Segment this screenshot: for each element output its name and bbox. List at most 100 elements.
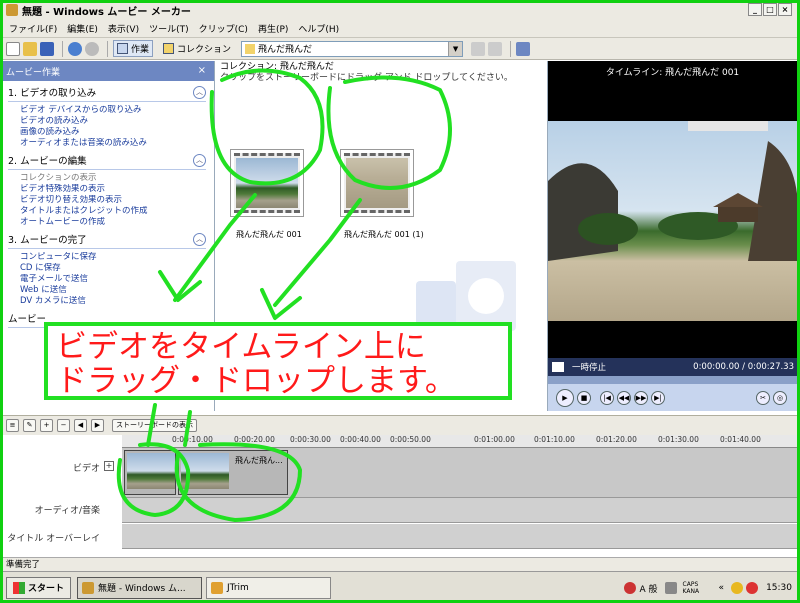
alert-icon[interactable] [746,582,759,594]
new-folder-icon[interactable] [488,41,503,56]
zoom-out-icon[interactable]: − [57,419,70,432]
menu-clip[interactable]: クリップ(C) [194,22,253,35]
task-link[interactable]: 電子メールで送信 [8,274,206,285]
expand-icon[interactable]: + [104,461,114,471]
task-link[interactable]: コンピュータに保存 [8,252,206,263]
instruction-callout: ビデオをタイムライン上に ドラッグ・ドロップします。 [44,322,512,400]
chevron-up-icon[interactable]: ︿ [193,85,206,99]
task-link[interactable]: DV カメラに送信 [8,296,206,307]
video-track-label: ビデオ + [0,461,122,474]
play-icon[interactable]: ▶ [556,388,574,407]
toolbar-separator [510,40,512,57]
close-button[interactable]: × [778,3,792,16]
task-link[interactable]: オートムービーの作成 [8,217,206,228]
menu-help[interactable]: ヘルプ(H) [293,22,344,35]
start-button[interactable]: スタート [6,576,72,599]
collections-button[interactable]: コレクション [159,40,235,57]
task-link[interactable]: Web に送信 [8,285,206,296]
redo-icon[interactable] [85,41,99,56]
menu-view[interactable]: 表示(V) [103,22,144,35]
section-header[interactable]: 1. ビデオの取り込み ︿ [8,85,206,102]
tray-expand-chevron[interactable]: « [719,583,725,593]
ime-icon[interactable] [623,582,636,594]
task-link[interactable]: コレクションの表示 [8,173,206,184]
chevron-up-icon[interactable]: ︿ [193,232,206,246]
collections-icon [163,43,175,54]
next-icon[interactable]: ▶| [651,390,665,405]
window-controls: _ □ × [748,3,792,16]
taskbar-moviemaker[interactable]: 無題 - Windows ム... [77,576,203,599]
menu-edit[interactable]: 編集(E) [62,22,103,35]
section-title: 3. ムービーの完了 [8,235,87,246]
task-link[interactable]: オーディオまたは音楽の読み込み [8,138,206,149]
minimize-button[interactable]: _ [748,3,762,16]
save-project-icon[interactable] [40,41,54,56]
task-link[interactable]: ビデオ切り替え効果の表示 [8,195,206,206]
narrate-icon[interactable]: ✎ [23,419,36,432]
tasks-button[interactable]: 作業 [113,40,154,57]
title-overlay-track[interactable] [122,524,800,549]
ruler-tick: 0:01:00.00 [474,435,515,444]
timeline-clip[interactable] [124,450,176,495]
timeline-clip[interactable]: 飛んだ飛ん... [178,450,288,495]
ime-mode[interactable]: A 般 [640,582,658,595]
preview-screen [548,81,798,358]
snapshot-icon[interactable]: ◎ [773,390,787,405]
tasks-label: 作業 [131,45,150,55]
rewind-icon[interactable]: ◀◀ [617,390,631,405]
zoom-in-icon[interactable]: + [40,419,53,432]
ruler-tick: 0:00:40.00 [340,435,381,444]
preview-monitor: タイムライン: 飛んだ飛んだ 001 一時停止 0:00:00.00 / 0:0… [547,61,798,411]
task-link[interactable]: タイトルまたはクレジットの作成 [8,206,206,217]
ruler-tick: 0:00:50.00 [390,435,431,444]
collection-select[interactable]: 飛んだ飛んだ ▼ [241,40,464,57]
task-link[interactable]: ビデオの読み込み [8,116,206,127]
new-project-icon[interactable] [6,41,20,56]
task-link[interactable]: CD に保存 [8,263,206,274]
toolbar: 作業 コレクション 飛んだ飛んだ ▼ [0,38,800,60]
forward-icon[interactable]: ▶▶ [634,390,648,405]
caps-kana-indicator: CAPS KANA [682,581,700,595]
set-audio-levels-icon[interactable]: ≡ [6,419,19,432]
clip-thumbnail[interactable] [230,149,304,217]
title-bar: 無題 - Windows ムービー メーカー _ □ × [0,0,800,20]
close-icon[interactable]: × [198,65,206,76]
chevron-down-icon[interactable]: ▼ [448,41,463,56]
playback-controls: ▶ ■ |◀ ◀◀ ▶▶ ▶| ✂ ◎ [548,384,798,411]
undo-icon[interactable] [68,41,82,56]
maximize-button[interactable]: □ [763,3,777,16]
clip-thumbnail[interactable] [340,149,414,217]
open-project-icon[interactable] [23,41,37,56]
menu-tools[interactable]: ツール(T) [144,22,194,35]
menu-file[interactable]: ファイル(F) [4,22,62,35]
video-track[interactable]: 飛んだ飛ん... [122,448,800,498]
callout-line-2: ドラッグ・ドロップします。 [56,363,456,399]
storyboard-toggle-button[interactable]: ストーリーボードの表示 [112,419,197,432]
security-icon[interactable] [731,582,744,594]
clip-image [236,158,298,208]
task-link[interactable]: ビデオ デバイスからの取り込み [8,105,206,116]
seek-bar[interactable] [548,376,798,384]
ruler-tick: 0:01:30.00 [658,435,699,444]
collection-title: コレクション: 飛んだ飛んだ [220,62,334,72]
time-ruler[interactable]: 0:00:10.00 0:00:20.00 0:00:30.00 0:00:40… [122,435,800,448]
status-bar: 準備完了 [0,557,800,571]
view-mode-icon[interactable] [516,41,531,56]
up-folder-icon[interactable] [471,41,486,56]
taskbar-jtrim[interactable]: JTrim [206,576,332,599]
section-header[interactable]: 2. ムービーの編集 ︿ [8,153,206,170]
rewind-timeline-icon[interactable]: ◀ [74,419,87,432]
chevron-up-icon[interactable]: ︿ [193,153,206,167]
section-header[interactable]: 3. ムービーの完了 ︿ [8,232,206,249]
previous-icon[interactable]: |◀ [600,390,614,405]
stop-icon[interactable]: ■ [577,390,591,405]
section-title: ムービー [8,314,47,325]
play-timeline-icon[interactable]: ▶ [91,419,104,432]
task-link[interactable]: ビデオ特殊効果の表示 [8,184,206,195]
system-tray: A 般 CAPS KANA « 15:30 [621,577,792,599]
menu-play[interactable]: 再生(P) [253,22,293,35]
split-icon[interactable]: ✂ [756,390,770,405]
task-link[interactable]: 画像の読み込み [8,127,206,138]
audio-track[interactable] [122,498,800,523]
ime-tool-icon[interactable] [664,582,677,594]
